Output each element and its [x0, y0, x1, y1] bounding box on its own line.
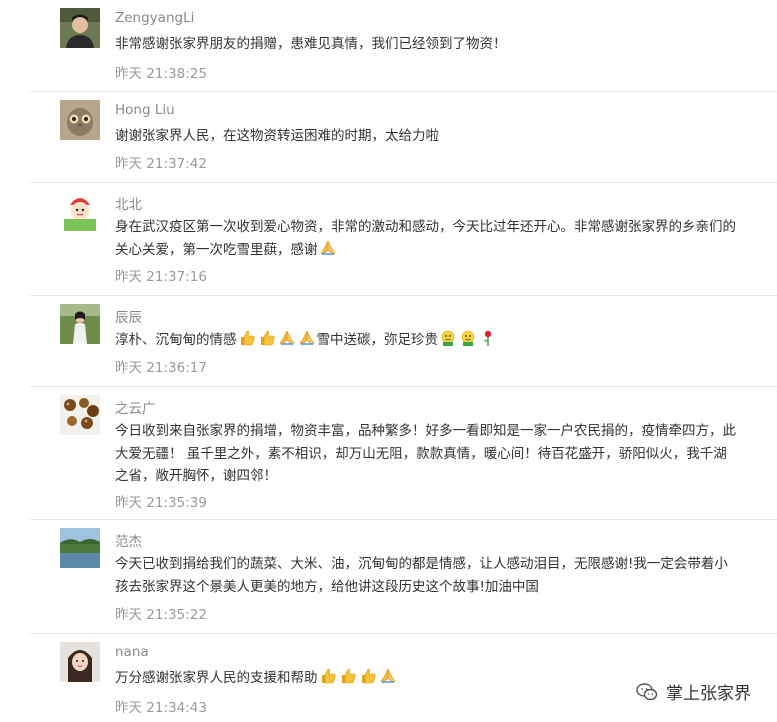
comment-timestamp: 昨天 21:36:17 — [115, 360, 207, 376]
comment-item: 辰辰 淳朴、沉甸甸的情感 雪中送碳，弥足珍贵 昨天 21:36:17 — [30, 296, 777, 387]
comment-timestamp: 昨天 21:35:39 — [115, 495, 207, 511]
comment-text: 非常感谢张家界朋友的捐赠，患难见真情，我们已经领到了物资！ — [115, 36, 507, 52]
comment-item: ZengyangLi 非常感谢张家界朋友的捐赠，患难见真情，我们已经领到了物资！… — [30, 0, 777, 92]
comment-text: 身在武汉疫区第一次收到爱心物资，非常的激动和感动，今天比过年还开心。非常感谢张家… — [115, 216, 740, 261]
pray-emoji-icon — [319, 239, 337, 257]
comment-text: 淳朴、沉甸甸的情感 雪中送碳，弥足珍贵 — [115, 329, 740, 352]
thumbs-up-emoji-icon — [258, 329, 276, 347]
user-avatar[interactable] — [60, 642, 100, 682]
comment-text-body: 身在武汉疫区第一次收到爱心物资，非常的激动和感动，今天比过年还开心。非常感谢张家… — [115, 219, 736, 258]
comment-item: Hong Liu 谢谢张家界人民，在这物资转运困难的时期，太给力啦 昨天 21:… — [30, 92, 777, 183]
comment-item: 之云广 今日收到来自张家界的捐增，物资丰富，品种繁多！好多一看即知是一家一户农民… — [30, 387, 777, 520]
user-avatar[interactable] — [60, 304, 100, 344]
comment-author[interactable]: ZengyangLi — [115, 10, 194, 26]
comment-timestamp: 昨天 21:38:25 — [115, 66, 207, 82]
thumbs-up-emoji-icon — [319, 667, 337, 685]
comment-timestamp: 昨天 21:37:42 — [115, 156, 207, 172]
watermark-label: 掌上张家界 — [666, 684, 751, 704]
user-avatar[interactable] — [60, 100, 100, 140]
comment-author[interactable]: 北北 — [115, 193, 142, 213]
wechat-icon — [636, 682, 658, 702]
comment-item: 北北 身在武汉疫区第一次收到爱心物资，非常的激动和感动，今天比过年还开心。非常感… — [30, 183, 777, 296]
user-avatar[interactable] — [60, 395, 100, 435]
good-face-emoji-icon — [439, 329, 457, 347]
comment-text: 今天已收到捐给我们的蔬菜、大米、油，沉甸甸的都是情感，让人感动泪目，无限感谢!我… — [115, 556, 728, 595]
comment-text-body: 万分感谢张家界人民的支援和帮助 — [115, 670, 318, 686]
comment-text-part: 雪中送碳，弥足珍贵 — [316, 332, 439, 348]
comment-item: nana 万分感谢张家界人民的支援和帮助 昨天 21:34:43 — [30, 634, 777, 722]
account-watermark: 掌上张家界 — [636, 679, 751, 704]
rose-emoji-icon — [479, 329, 497, 347]
comment-timestamp: 昨天 21:35:22 — [115, 607, 207, 623]
comment-timestamp: 昨天 21:37:16 — [115, 269, 207, 285]
thumbs-up-emoji-icon — [339, 667, 357, 685]
comment-author[interactable]: 范杰 — [115, 530, 142, 550]
pray-emoji-icon — [379, 667, 397, 685]
pray-emoji-icon — [278, 329, 296, 347]
comment-author[interactable]: 辰辰 — [115, 306, 142, 326]
user-avatar[interactable] — [60, 528, 100, 568]
thumbs-up-emoji-icon — [359, 667, 377, 685]
comment-author[interactable]: Hong Liu — [115, 102, 175, 118]
good-face-emoji-icon — [459, 329, 477, 347]
comment-text: 谢谢张家界人民，在这物资转运困难的时期，太给力啦 — [115, 128, 439, 144]
comment-item: 范杰 今天已收到捐给我们的蔬菜、大米、油，沉甸甸的都是情感，让人感动泪目，无限感… — [30, 520, 777, 634]
user-avatar[interactable] — [60, 191, 100, 231]
comment-text: 今日收到来自张家界的捐增，物资丰富，品种繁多！好多一看即知是一家一户农民捐的，疫… — [115, 423, 736, 484]
pray-emoji-icon — [298, 329, 316, 347]
comment-timestamp: 昨天 21:34:43 — [115, 700, 207, 716]
comment-author[interactable]: nana — [115, 644, 149, 660]
comment-text-part: 淳朴、沉甸甸的情感 — [115, 332, 237, 348]
thumbs-up-emoji-icon — [238, 329, 256, 347]
comment-author[interactable]: 之云广 — [115, 397, 156, 417]
user-avatar[interactable] — [60, 8, 100, 48]
